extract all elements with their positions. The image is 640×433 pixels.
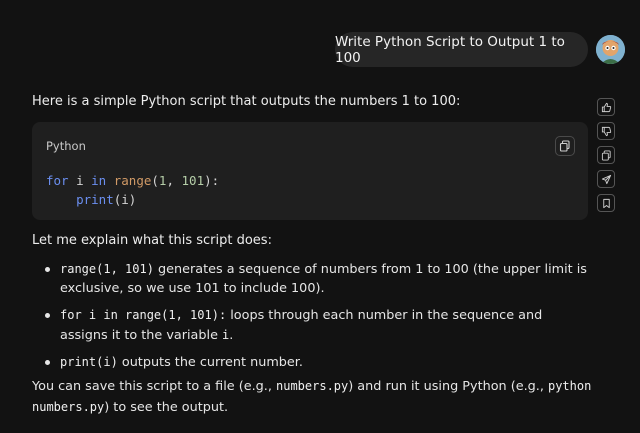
thumbs-down-icon xyxy=(601,126,611,136)
code-text: ( xyxy=(151,173,159,188)
explanation-list: range(1, 101) generates a sequence of nu… xyxy=(32,260,592,381)
copy-message-button[interactable] xyxy=(597,146,615,164)
assistant-outro: You can save this script to a file (e.g.… xyxy=(32,376,592,418)
code-keyword: for xyxy=(46,173,69,188)
list-item: print(i) outputs the current number. xyxy=(32,353,592,373)
user-message-text: Write Python Script to Output 1 to 100 xyxy=(335,33,565,66)
dislike-button[interactable] xyxy=(597,122,615,140)
copy-icon xyxy=(559,140,570,152)
inline-code: print(i) xyxy=(60,355,118,369)
inline-code: numbers.py xyxy=(276,379,349,393)
outro-text: ) to see the output. xyxy=(104,400,229,415)
bookmark-button[interactable] xyxy=(597,194,615,212)
code-number: 101 xyxy=(181,173,205,188)
explain-heading: Let me explain what this script does: xyxy=(32,233,272,248)
outro-text: ) and run it using Python (e.g., xyxy=(348,379,548,394)
inline-code: for i in range(1, 101): xyxy=(60,308,227,322)
outro-text: You can save this script to a file (e.g.… xyxy=(32,379,276,394)
code-text: (i) xyxy=(113,192,137,207)
list-item-text: outputs the current number. xyxy=(117,355,303,370)
message-actions xyxy=(597,98,617,218)
like-button[interactable] xyxy=(597,98,615,116)
inline-code: range(1, 101) xyxy=(60,262,154,276)
user-avatar[interactable] xyxy=(596,35,625,64)
code-text: , xyxy=(166,173,182,188)
code-text: ): xyxy=(204,173,220,188)
copy-icon xyxy=(601,149,611,161)
list-item-text: . xyxy=(229,327,234,343)
copy-code-button[interactable] xyxy=(555,136,575,156)
list-item: for i in range(1, 101): loops through ea… xyxy=(32,306,592,345)
code-line-1: for i in range(1, 101): xyxy=(46,173,219,188)
avatar-image xyxy=(596,35,625,64)
assistant-intro: Here is a simple Python script that outp… xyxy=(32,94,461,109)
code-keyword: in xyxy=(91,173,107,188)
thumbs-up-icon xyxy=(601,102,611,112)
list-item: range(1, 101) generates a sequence of nu… xyxy=(32,260,592,298)
share-icon xyxy=(601,174,611,184)
code-function: print xyxy=(76,192,114,207)
code-line-2: print(i) xyxy=(46,192,136,207)
user-message-bubble: Write Python Script to Output 1 to 100 xyxy=(335,32,588,67)
code-function: range xyxy=(113,173,152,188)
code-text: i xyxy=(68,173,92,188)
code-block: Python for i in range(1, 101): print(i) xyxy=(32,122,588,220)
code-language-label: Python xyxy=(46,139,86,153)
bookmark-icon xyxy=(602,198,610,208)
share-button[interactable] xyxy=(597,170,615,188)
